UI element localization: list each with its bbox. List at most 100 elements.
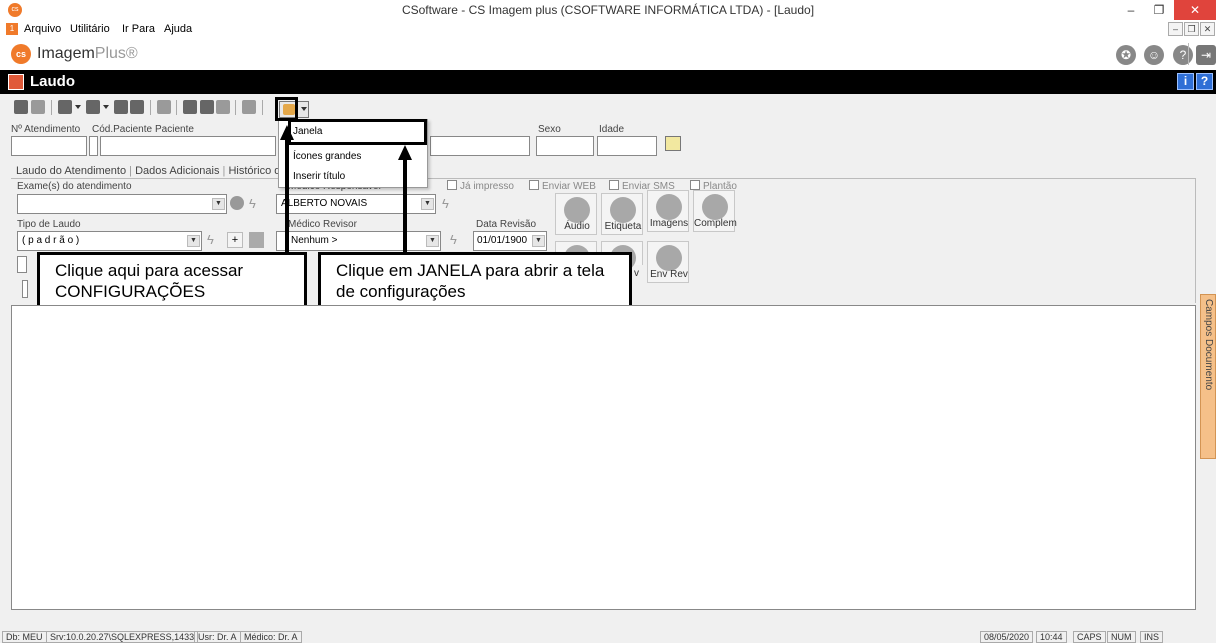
question-icon[interactable]: ? — [1196, 73, 1213, 90]
menu-ajuda[interactable]: Ajuda — [164, 23, 192, 35]
idade-field[interactable] — [597, 136, 657, 156]
exames-label: Exame(s) do atendimento — [17, 181, 132, 192]
menu-utilitario[interactable]: Utilitário — [70, 23, 110, 35]
brand-bar: cs ImagemPlus® ✪ ☺ ? ⇥ — [0, 38, 1216, 70]
tab-strip: Laudo do Atendimento | Dados Adicionais … — [16, 165, 304, 177]
document-icon[interactable]: 1 — [6, 23, 18, 35]
divider — [1188, 43, 1189, 65]
cs-logo: cs — [11, 44, 31, 64]
status-bar: Db: MEU Srv:10.0.20.27\SQLEXPRESS,1433 U… — [0, 630, 1216, 643]
cod-paciente-label: Cód.Paciente — [92, 124, 153, 135]
document-icon[interactable] — [86, 100, 100, 114]
lightning-icon[interactable]: ϟ — [442, 196, 449, 211]
data-revisao-field[interactable]: 01/01/1900 ▼ — [473, 231, 547, 251]
paciente-field[interactable] — [100, 136, 276, 156]
tab-laudo-atendimento[interactable]: Laudo do Atendimento — [16, 165, 126, 177]
restore-button[interactable]: ❐ — [1142, 0, 1176, 20]
wrench-highlight — [275, 97, 298, 121]
block-icon[interactable] — [130, 100, 144, 114]
laudo-editor[interactable] — [11, 305, 1196, 610]
partial-field-2[interactable] — [22, 280, 28, 298]
env-rev-button[interactable]: Env Rev — [647, 241, 689, 283]
audio-button[interactable]: Áudio — [555, 193, 597, 235]
help-icon[interactable]: ? — [1173, 45, 1193, 65]
annotation-arrows — [280, 125, 412, 255]
printer-icon[interactable] — [242, 100, 256, 114]
paciente-field-ext[interactable] — [430, 136, 530, 156]
cod-paciente-field[interactable] — [89, 136, 98, 156]
globe-icon[interactable]: ✪ — [1116, 45, 1136, 65]
status-caps: CAPS — [1073, 631, 1106, 643]
tipo-laudo-value: ( p a d r ã o ) — [22, 235, 80, 246]
toolbar — [0, 96, 1216, 120]
info-icon[interactable]: i — [1177, 73, 1194, 90]
user-icon[interactable]: ☺ — [1144, 45, 1164, 65]
ja-impresso-checkbox[interactable]: Já impresso — [447, 180, 514, 192]
mdi-restore-button[interactable]: ❐ — [1184, 22, 1199, 36]
lightning-icon[interactable]: ϟ — [207, 232, 214, 247]
imagens-button[interactable]: Imagens — [647, 190, 689, 232]
paciente-label: Paciente — [155, 124, 194, 135]
close-button[interactable]: ✕ — [1174, 0, 1216, 20]
lightning-icon[interactable]: ϟ — [249, 196, 263, 211]
text-icon[interactable] — [157, 100, 171, 114]
atendimento-field[interactable] — [11, 136, 87, 156]
status-db: Db: MEU — [2, 631, 47, 643]
toolbar-separator — [150, 100, 151, 115]
chevron-down-icon — [301, 107, 307, 111]
toolbar-separator — [176, 100, 177, 115]
section-bar: Laudo i ? — [0, 70, 1216, 94]
menu-arquivo[interactable]: Arquivo — [24, 23, 61, 35]
status-num: NUM — [1107, 631, 1136, 643]
chevron-down-icon[interactable] — [103, 105, 109, 109]
tab-dados-adicionais[interactable]: Dados Adicionais — [135, 165, 219, 177]
complem-button[interactable]: Complem — [693, 190, 737, 232]
list-icon[interactable] — [114, 100, 128, 114]
status-user: Usr: Dr. A — [194, 631, 241, 643]
lightning-icon[interactable]: ϟ — [450, 232, 457, 247]
toolbar-separator — [262, 100, 263, 115]
enviar-web-checkbox[interactable]: Enviar WEB — [529, 180, 596, 192]
brand-name-main: Imagem — [37, 45, 95, 62]
etiqueta-button[interactable]: Etiqueta — [601, 193, 643, 235]
partial-field[interactable] — [17, 256, 27, 273]
chevron-down-icon[interactable]: ▼ — [532, 235, 545, 247]
chevron-down-icon[interactable]: ▼ — [212, 198, 225, 210]
arrow-head-right — [398, 145, 412, 160]
delete-icon[interactable] — [216, 100, 230, 114]
print-icon[interactable] — [58, 100, 72, 114]
section-title: Laudo — [30, 73, 75, 90]
exit-icon[interactable]: ⇥ — [1196, 45, 1216, 65]
campos-documento-tab[interactable]: Campos Documento — [1200, 294, 1216, 459]
binoculars-icon[interactable] — [14, 100, 28, 114]
record-icon[interactable] — [230, 196, 244, 210]
status-server: Srv:10.0.20.27\SQLEXPRESS,1433 — [46, 631, 199, 643]
tipo-laudo-label: Tipo de Laudo — [17, 219, 81, 230]
laudo-icon — [8, 74, 24, 90]
chevron-down-icon[interactable]: ▼ — [426, 235, 439, 247]
status-ins: INS — [1140, 631, 1164, 643]
menu-ir-para[interactable]: Ir Para — [122, 23, 155, 35]
chevron-down-icon[interactable]: ▼ — [187, 235, 200, 247]
window-title: CSoftware - CS Imagem plus (CSOFTWARE IN… — [401, 3, 815, 17]
grid-icon[interactable] — [249, 232, 264, 248]
toolbar-separator — [235, 100, 236, 115]
mdi-close-button[interactable]: ✕ — [1200, 22, 1215, 36]
tipo-laudo-select[interactable]: ( p a d r ã o ) ▼ — [17, 231, 202, 251]
sexo-field[interactable] — [536, 136, 594, 156]
add-button[interactable]: + — [227, 232, 243, 248]
partial-label: v — [634, 268, 639, 279]
edit-icon[interactable] — [665, 136, 681, 151]
chevron-down-icon[interactable]: ▼ — [421, 198, 434, 210]
menu-bar: 1 Arquivo Utilitário Ir Para Ajuda – ❐ ✕ — [0, 20, 1216, 38]
exames-select[interactable]: ▼ — [17, 194, 227, 214]
toolbar-separator — [51, 100, 52, 115]
status-medico: Médico: Dr. A — [240, 631, 302, 643]
block2-icon[interactable] — [200, 100, 214, 114]
data-revisao-value: 01/01/1900 — [477, 235, 528, 246]
save-icon[interactable] — [183, 100, 197, 114]
settings-icon[interactable] — [31, 100, 45, 114]
chevron-down-icon[interactable] — [75, 105, 81, 109]
brand-name: ImagemPlus® — [37, 45, 138, 63]
mdi-minimize-button[interactable]: – — [1168, 22, 1183, 36]
